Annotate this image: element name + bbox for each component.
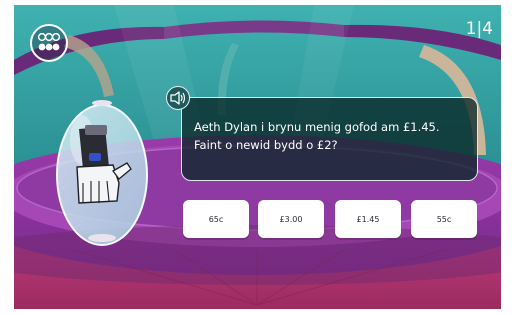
answer-option-1[interactable]: 65c (183, 200, 249, 238)
speaker-icon (170, 91, 186, 105)
answer-option-2[interactable]: £3.00 (258, 200, 324, 238)
answer-option-4[interactable]: 55c (411, 200, 477, 238)
read-aloud-button[interactable] (166, 86, 190, 110)
question-panel: Aeth Dylan i brynu menig gofod am £1.45.… (181, 97, 478, 181)
answer-option-3[interactable]: £1.45 (335, 200, 401, 238)
menu-button[interactable] (30, 24, 68, 62)
nine-dots-menu-icon (37, 32, 61, 51)
question-text: Aeth Dylan i brynu menig gofod am £1.45.… (194, 120, 440, 152)
game-stage: 1|4 Aeth Dylan i brynu menig gofod am £1… (14, 5, 501, 309)
question-counter: 1|4 (465, 19, 493, 39)
